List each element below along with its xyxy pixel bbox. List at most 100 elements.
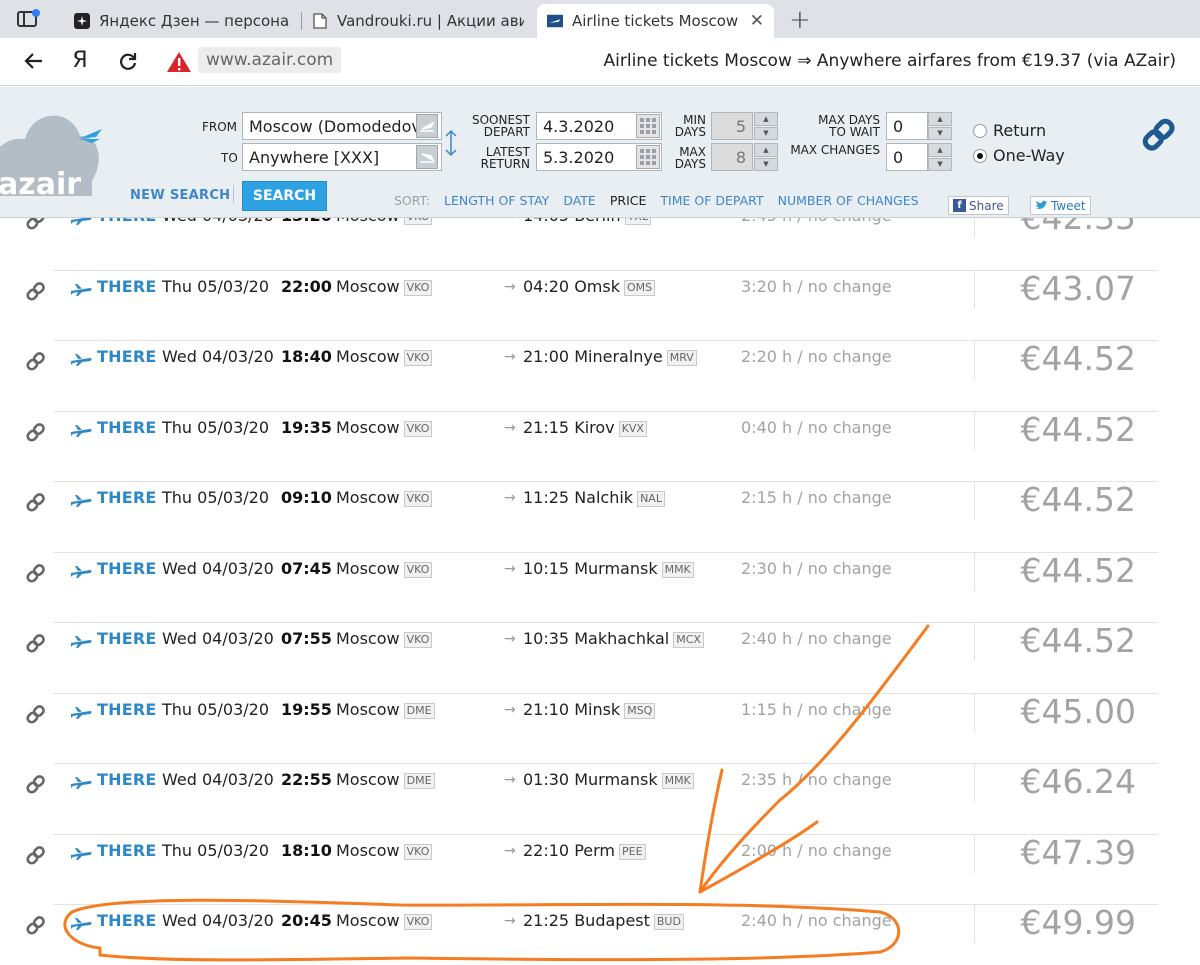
arrival-city: Murmansk: [574, 770, 658, 789]
calendar-icon[interactable]: [636, 145, 660, 169]
price[interactable]: €44.52: [1021, 410, 1136, 449]
permalink-chain-icon[interactable]: [1140, 115, 1178, 155]
facebook-share-button[interactable]: f Share: [948, 196, 1009, 215]
price[interactable]: €42.35: [1021, 218, 1136, 237]
from-input[interactable]: Moscow (Domodedovo: [242, 112, 442, 140]
chain-link-icon[interactable]: [25, 280, 47, 302]
max-days-value: 8: [735, 148, 746, 167]
result-row[interactable]: THERE Thu 05/03/20 22:00 Moscow VKO → 04:20 Om…: [0, 269, 1200, 341]
price[interactable]: €44.52: [1021, 339, 1136, 378]
result-row[interactable]: THERE Thu 05/03/20 09:10 Moscow VKO → 11:25 Na…: [0, 480, 1200, 553]
tweet-button[interactable]: Tweet: [1030, 196, 1091, 215]
result-row[interactable]: THERE Wed 04/03/20 22:55 Moscow DME → 01:30 Mu…: [0, 762, 1200, 835]
min-days-input[interactable]: 5: [711, 112, 753, 140]
price[interactable]: €45.00: [1021, 692, 1136, 731]
calendar-icon[interactable]: [636, 114, 660, 138]
max-changes-stepper[interactable]: ▲ ▼: [928, 143, 952, 171]
result-row[interactable]: THERE Wed 04/03/20 07:45 Moscow VKO → 10:15 Mu…: [0, 551, 1200, 623]
max-changes-label: MAX CHANGES: [790, 143, 880, 157]
chain-link-icon[interactable]: [25, 491, 47, 513]
result-row[interactable]: THERE Wed 04/03/20 20:45 Moscow VKO → 21:25 Bu…: [0, 903, 1200, 965]
max-wait-input[interactable]: 0: [886, 112, 928, 140]
sidebar-toggle-icon[interactable]: [14, 8, 42, 30]
tab-azair-active[interactable]: Airline tickets Moscow ⇒ ✕: [537, 4, 774, 38]
min-days-stepper[interactable]: ▲ ▼: [754, 112, 778, 140]
depart-label-line: DEPART: [483, 125, 530, 139]
sort-price[interactable]: PRICE: [610, 193, 647, 208]
new-search-link[interactable]: NEW SEARCH: [130, 188, 230, 203]
price[interactable]: €46.24: [1021, 762, 1136, 801]
arrival-info: 21:15 Kirov KVX: [523, 418, 647, 437]
airport-picker-icon[interactable]: [416, 114, 438, 138]
trip-return-radio[interactable]: Return: [973, 121, 1046, 140]
price[interactable]: €44.52: [1021, 551, 1136, 590]
max-wait-stepper[interactable]: ▲ ▼: [928, 112, 952, 140]
result-row[interactable]: THERE Wed 04/03/20 13:20 MoscowVKO → 14:05 Be…: [0, 218, 1200, 271]
chain-link-icon[interactable]: [25, 703, 47, 725]
price[interactable]: €47.39: [1021, 833, 1136, 872]
result-row[interactable]: THERE Thu 05/03/20 19:35 Moscow VKO → 21:15 Ki…: [0, 410, 1200, 482]
close-tab-icon[interactable]: ✕: [744, 11, 764, 31]
stepper-down-icon[interactable]: ▼: [928, 126, 952, 140]
sort-number-of-changes[interactable]: NUMBER OF CHANGES: [778, 193, 919, 208]
radio-off-icon[interactable]: [973, 123, 987, 138]
arrival-time: 21:10: [523, 699, 570, 719]
stepper-up-icon[interactable]: ▲: [928, 112, 952, 126]
chain-link-icon[interactable]: [25, 350, 47, 372]
back-arrow-icon[interactable]: [20, 48, 48, 78]
chain-link-icon[interactable]: [25, 773, 47, 795]
result-row[interactable]: THERE Wed 04/03/20 07:55 Moscow VKO → 10:35 Ma…: [0, 621, 1200, 694]
swap-arrows-icon[interactable]: [444, 129, 458, 161]
airport-picker-icon[interactable]: [416, 145, 438, 169]
warning-icon[interactable]: [166, 50, 192, 74]
stepper-down-icon[interactable]: ▼: [754, 126, 778, 140]
yandex-logo-icon[interactable]: Я: [66, 48, 94, 73]
stepper-down-icon[interactable]: ▼: [754, 157, 778, 171]
stepper-up-icon[interactable]: ▲: [754, 112, 778, 126]
flight-date: Wed 04/03/20: [162, 911, 274, 930]
chain-link-icon[interactable]: [25, 632, 47, 654]
result-row[interactable]: THERE Wed 04/03/20 18:40 Moscow VKO → 21:00 Mi…: [0, 339, 1200, 412]
stepper-down-icon[interactable]: ▼: [928, 157, 952, 171]
arrival-airport-code: TXL: [624, 218, 652, 225]
trip-oneway-radio[interactable]: One-Way: [973, 146, 1065, 165]
chain-link-icon[interactable]: [25, 914, 47, 936]
stepper-up-icon[interactable]: ▲: [754, 143, 778, 157]
radio-on-icon[interactable]: [973, 148, 987, 163]
chain-link-icon[interactable]: [25, 562, 47, 584]
price[interactable]: €43.07: [1021, 269, 1136, 308]
arrival-airport-code: KVX: [618, 420, 647, 437]
result-row[interactable]: THERE Thu 05/03/20 18:10 Moscow VKO → 22:10 Pe…: [0, 833, 1200, 905]
tab-vandrouki[interactable]: Vandrouki.ru | Акции авиак: [302, 4, 534, 38]
stepper-up-icon[interactable]: ▲: [928, 143, 952, 157]
price[interactable]: €49.99: [1021, 903, 1136, 942]
result-row[interactable]: THERE Thu 05/03/20 19:55 Moscow DME → 21:10 Mi…: [0, 692, 1200, 764]
sort-time-of-depart[interactable]: TIME OF DEPART: [660, 193, 763, 208]
max-days-stepper[interactable]: ▲ ▼: [754, 143, 778, 171]
url-field[interactable]: www.azair.com: [198, 47, 342, 73]
arrival-city: Murmansk: [574, 558, 658, 578]
arrow-right-icon: →: [504, 218, 516, 224]
reload-icon[interactable]: [114, 48, 142, 78]
arrow-right-icon: →: [504, 913, 516, 929]
sort-date[interactable]: DATE: [563, 193, 596, 208]
direction-label: THERE: [97, 911, 157, 930]
to-input[interactable]: Anywhere [XXX]: [242, 143, 442, 171]
max-changes-input[interactable]: 0: [886, 143, 928, 171]
departure-time: 22:55: [281, 770, 332, 789]
price[interactable]: €44.52: [1021, 621, 1136, 660]
chain-link-icon[interactable]: [25, 218, 47, 231]
chain-link-icon[interactable]: [25, 844, 47, 866]
azair-logo[interactable]: azair: [0, 101, 120, 211]
max-days-input[interactable]: 8: [711, 143, 753, 171]
arrival-time: 14:05: [523, 218, 569, 225]
page-title: Airline tickets Moscow ⇒ Anywhere airfar…: [603, 51, 1177, 71]
arrival-city: Perm: [574, 840, 616, 860]
chain-link-icon[interactable]: [25, 421, 47, 443]
price[interactable]: €44.52: [1021, 480, 1136, 519]
search-button[interactable]: SEARCH: [242, 181, 327, 211]
arrival-info: 14:05 Berlin TXL: [523, 218, 652, 225]
sort-length-of-stay[interactable]: LENGTH OF STAY: [444, 193, 549, 208]
tab-yandex-zen[interactable]: Яндекс Дзен — персональ: [64, 4, 300, 38]
new-tab-icon[interactable]: +: [789, 5, 811, 35]
